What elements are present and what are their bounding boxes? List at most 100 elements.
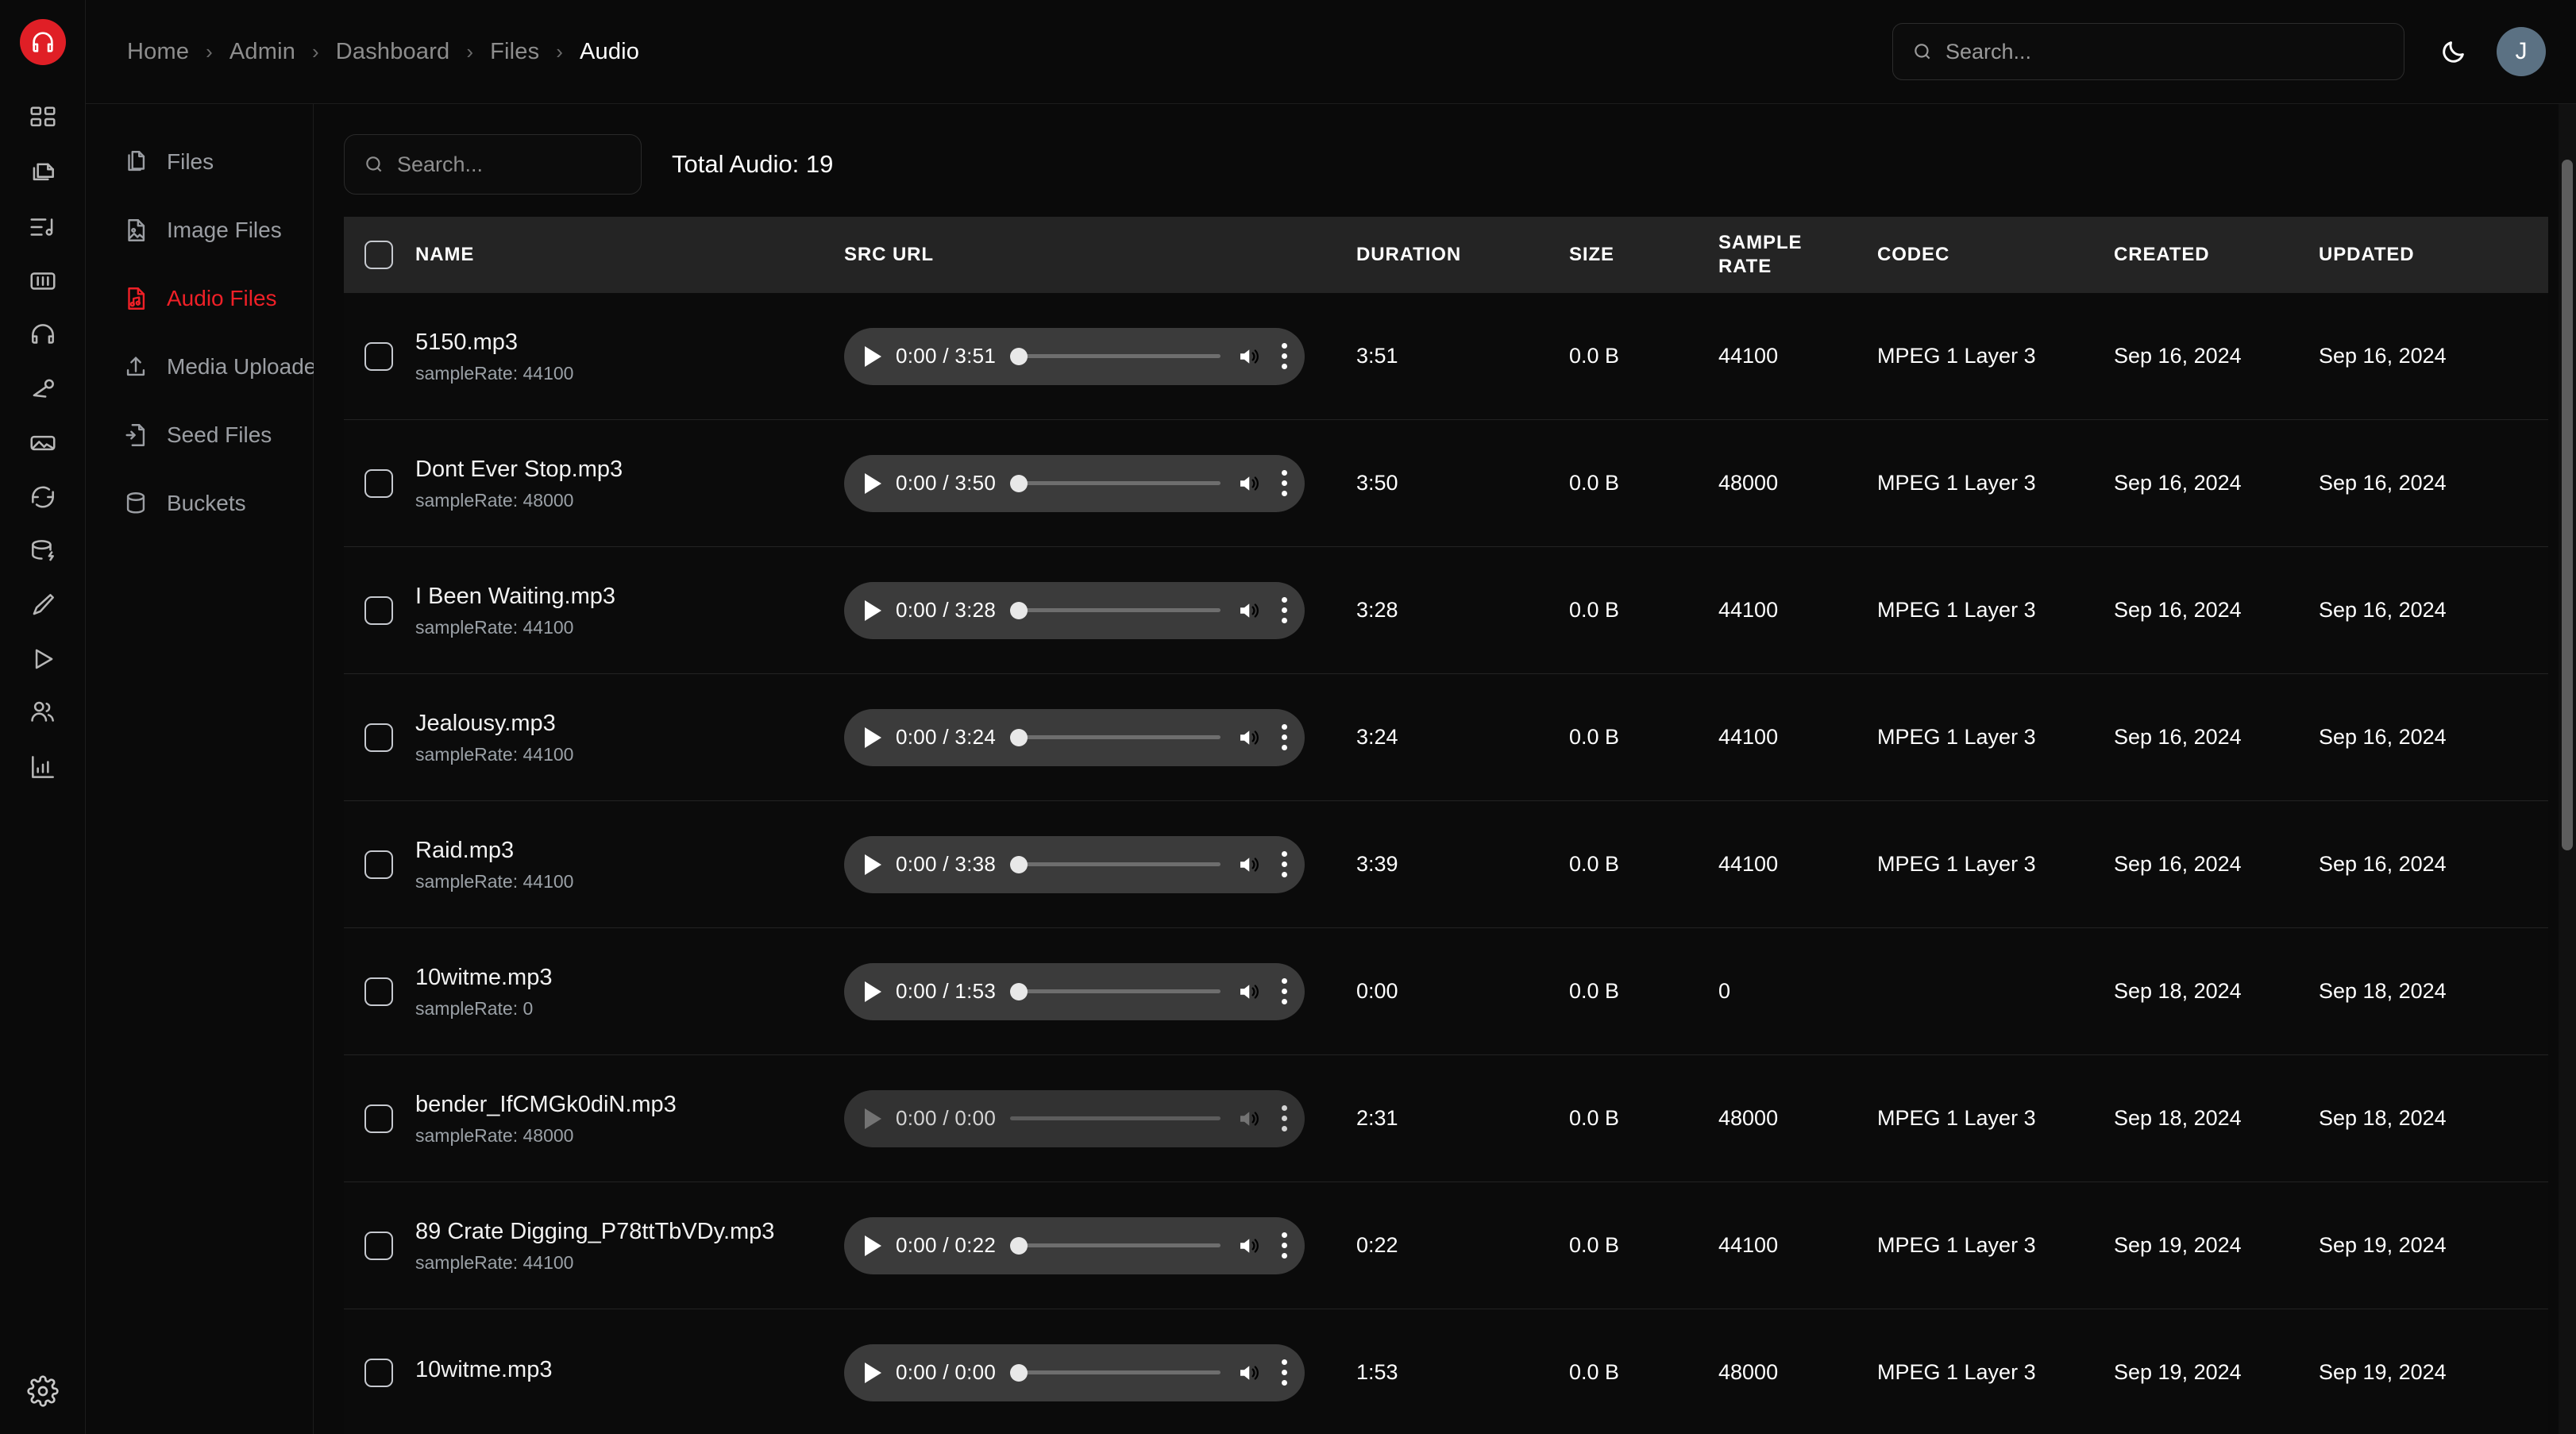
audio-player[interactable]: 0:00 / 3:51 <box>844 327 1305 385</box>
player-seek-slider[interactable] <box>1010 601 1221 619</box>
rail-item-users[interactable] <box>17 686 68 740</box>
player-seek-slider[interactable] <box>1010 982 1221 1000</box>
player-overflow-menu[interactable] <box>1281 597 1287 623</box>
column-header-updated[interactable]: UPDATED <box>2319 244 2517 266</box>
player-overflow-menu[interactable] <box>1281 1105 1287 1131</box>
play-button[interactable] <box>865 472 881 494</box>
player-seek-thumb[interactable] <box>1010 855 1028 873</box>
row-checkbox[interactable] <box>364 468 393 498</box>
scrollbar-thumb[interactable] <box>2562 160 2573 850</box>
player-seek-slider[interactable] <box>1010 347 1221 365</box>
rail-item-images[interactable] <box>17 416 68 470</box>
table-row[interactable]: Dont Ever Stop.mp3 sampleRate: 48000 0:00 … <box>344 420 2548 547</box>
play-button[interactable] <box>865 599 881 621</box>
table-row[interactable]: 89 Crate Digging_P78ttTbVDy.mp3 sampleRat… <box>344 1182 2548 1309</box>
rail-item-audio[interactable] <box>17 308 68 362</box>
player-seek-slider[interactable] <box>1010 1363 1221 1382</box>
volume-button[interactable] <box>1235 1361 1262 1385</box>
volume-button[interactable] <box>1235 1107 1262 1131</box>
volume-button[interactable] <box>1235 726 1262 750</box>
volume-button[interactable] <box>1235 345 1262 368</box>
sidebar-item-image-files[interactable]: Image Files <box>86 196 313 264</box>
audio-player[interactable]: 0:00 / 3:50 <box>844 454 1305 512</box>
app-logo[interactable] <box>19 19 66 65</box>
audio-player[interactable]: 0:00 / 1:53 <box>844 962 1305 1020</box>
global-search[interactable]: Search... <box>1892 23 2404 80</box>
player-overflow-menu[interactable] <box>1281 470 1287 496</box>
row-checkbox[interactable] <box>364 341 393 371</box>
play-button[interactable] <box>865 1362 881 1383</box>
audio-player[interactable]: 0:00 / 0:00 <box>844 1089 1305 1147</box>
audio-player[interactable]: 0:00 / 3:38 <box>844 835 1305 893</box>
audio-player[interactable]: 0:00 / 0:22 <box>844 1216 1305 1274</box>
player-seek-thumb[interactable] <box>1010 601 1028 619</box>
play-button[interactable] <box>865 1235 881 1256</box>
play-button[interactable] <box>865 345 881 367</box>
play-button[interactable] <box>865 854 881 875</box>
table-row[interactable]: Jealousy.mp3 sampleRate: 44100 0:00 / 3:24… <box>344 674 2548 801</box>
player-seek-thumb[interactable] <box>1010 1236 1028 1255</box>
player-seek-thumb[interactable] <box>1010 982 1028 1000</box>
sidebar-item-buckets[interactable]: Buckets <box>86 469 313 538</box>
column-header-src-url[interactable]: SRC URL <box>844 244 1356 266</box>
player-seek-thumb[interactable] <box>1010 347 1028 365</box>
player-overflow-menu[interactable] <box>1281 343 1287 369</box>
rail-item-playlist[interactable] <box>17 200 68 254</box>
column-header-name[interactable]: NAME <box>415 244 844 266</box>
column-header-duration[interactable]: DURATION <box>1356 244 1569 266</box>
breadcrumb-item-home[interactable]: Home <box>127 39 189 65</box>
breadcrumb-item-files[interactable]: Files <box>490 39 539 65</box>
audio-player[interactable]: 0:00 / 3:28 <box>844 581 1305 639</box>
rail-item-database[interactable] <box>17 524 68 578</box>
breadcrumb-item-audio[interactable]: Audio <box>580 39 639 65</box>
player-seek-thumb[interactable] <box>1010 474 1028 492</box>
rail-item-settings[interactable] <box>17 1366 68 1417</box>
avatar[interactable]: J <box>2497 27 2546 76</box>
player-overflow-menu[interactable] <box>1281 1232 1287 1259</box>
column-header-size[interactable]: SIZE <box>1569 244 1718 266</box>
breadcrumb-item-admin[interactable]: Admin <box>229 39 295 65</box>
volume-button[interactable] <box>1235 472 1262 495</box>
row-checkbox[interactable] <box>364 596 393 625</box>
player-overflow-menu[interactable] <box>1281 978 1287 1004</box>
row-checkbox[interactable] <box>364 723 393 752</box>
volume-button[interactable] <box>1235 980 1262 1004</box>
rail-item-files[interactable] <box>17 146 68 200</box>
table-row[interactable]: Raid.mp3 sampleRate: 44100 0:00 / 3:38 3:39… <box>344 801 2548 928</box>
column-header-created[interactable]: CREATED <box>2114 244 2319 266</box>
volume-button[interactable] <box>1235 599 1262 623</box>
play-button[interactable] <box>865 727 881 748</box>
row-checkbox[interactable] <box>364 1358 393 1387</box>
sidebar-item-files[interactable]: Files <box>86 128 313 196</box>
breadcrumb-item-dashboard[interactable]: Dashboard <box>336 39 450 65</box>
player-seek-thumb[interactable] <box>1010 728 1028 746</box>
volume-button[interactable] <box>1235 853 1262 877</box>
player-overflow-menu[interactable] <box>1281 724 1287 750</box>
rail-item-play[interactable] <box>17 632 68 686</box>
player-overflow-menu[interactable] <box>1281 851 1287 877</box>
player-seek-slider[interactable] <box>1010 1236 1221 1255</box>
table-row[interactable]: 10witme.mp3 sampleRate: 0 0:00 / 1:53 0:00 0… <box>344 928 2548 1055</box>
table-row[interactable]: I Been Waiting.mp3 sampleRate: 44100 0:00 … <box>344 547 2548 674</box>
select-all-checkbox[interactable] <box>364 241 393 269</box>
player-seek-slider[interactable] <box>1010 728 1221 746</box>
table-row[interactable]: bender_IfCMGk0diN.mp3 sampleRate: 48000 0:… <box>344 1055 2548 1182</box>
row-checkbox[interactable] <box>364 1231 393 1260</box>
row-checkbox[interactable] <box>364 977 393 1006</box>
audio-player[interactable]: 0:00 / 0:00 <box>844 1343 1305 1401</box>
column-header-codec[interactable]: CODEC <box>1877 244 2114 266</box>
sidebar-item-audio-files[interactable]: Audio Files <box>86 264 313 333</box>
rail-item-analytics[interactable] <box>17 740 68 794</box>
theme-toggle-button[interactable] <box>2431 29 2476 74</box>
player-seek-slider[interactable] <box>1010 855 1221 873</box>
play-button[interactable] <box>865 981 881 1002</box>
column-header-sample-rate[interactable]: SAMPLE RATE <box>1718 231 1877 279</box>
rail-item-dashboard[interactable] <box>17 92 68 146</box>
audio-player[interactable]: 0:00 / 3:24 <box>844 708 1305 766</box>
rail-item-edit[interactable] <box>17 578 68 632</box>
rail-item-microphone[interactable] <box>17 362 68 416</box>
volume-button[interactable] <box>1235 1234 1262 1258</box>
player-seek-slider[interactable] <box>1010 474 1221 492</box>
sidebar-item-media-uploader[interactable]: Media Uploader <box>86 333 324 401</box>
table-row[interactable]: 10witme.mp3 0:00 / 0:00 1:53 0.0 B 48000 MPEG… <box>344 1309 2548 1434</box>
